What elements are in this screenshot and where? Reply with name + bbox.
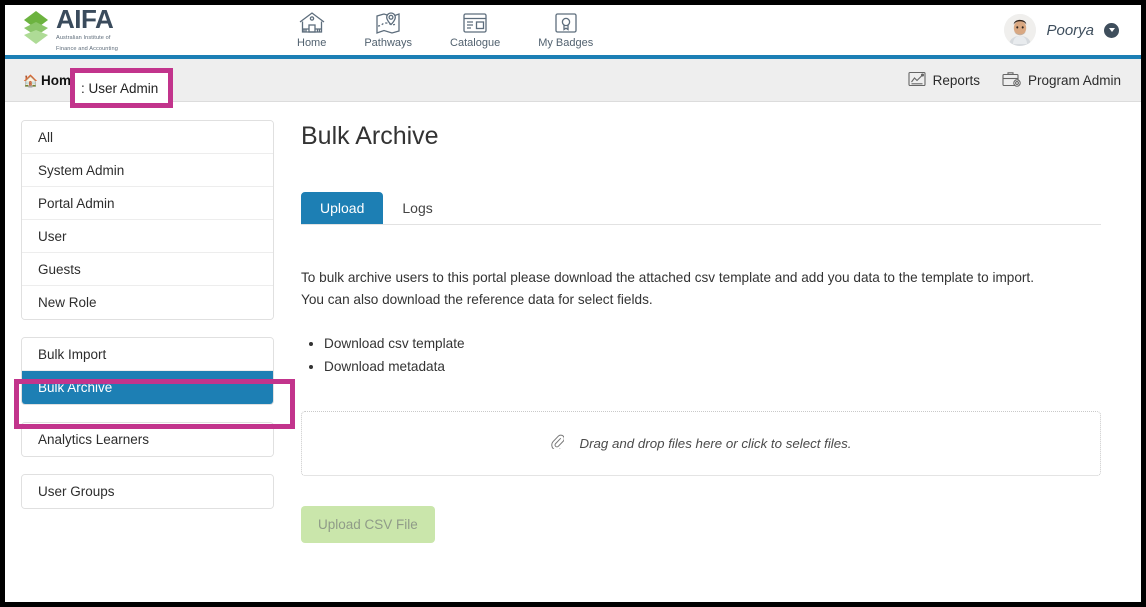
download-csv-template-link[interactable]: Download csv template bbox=[324, 333, 1101, 354]
briefcase-gear-icon bbox=[1002, 71, 1021, 90]
nav-item-catalogue-label: Catalogue bbox=[450, 37, 501, 49]
sidebar-item-label: Portal Admin bbox=[38, 195, 115, 211]
reports-link[interactable]: Reports bbox=[908, 71, 980, 90]
file-dropzone[interactable]: Drag and drop files here or click to sel… bbox=[301, 411, 1101, 477]
main-navigation: Home Pathways Catalogue My Badges bbox=[297, 5, 593, 55]
brand-text: AIFA Australian Institute of Finance and… bbox=[56, 6, 118, 53]
sidebar-item-label: User Groups bbox=[38, 484, 115, 499]
brand-tagline-line1: Australian Institute of bbox=[56, 35, 111, 42]
brand-tagline-line2: Finance and Accounting bbox=[56, 46, 118, 52]
intro-line-2: You can also download the reference data… bbox=[301, 292, 653, 308]
page-title: Bulk Archive bbox=[301, 122, 439, 150]
breadcrumb-home-label: Home bbox=[40, 72, 79, 88]
sidebar-item-portal-admin[interactable]: Portal Admin bbox=[22, 187, 273, 220]
sidebar-analytics-card: Analytics Learners bbox=[21, 422, 274, 457]
nav-item-home[interactable]: Home bbox=[297, 11, 326, 49]
top-header: AIFA Australian Institute of Finance and… bbox=[5, 5, 1141, 55]
sidebar-item-analytics-learners[interactable]: Analytics Learners bbox=[22, 423, 273, 456]
tab-upload[interactable]: Upload bbox=[301, 192, 384, 224]
certificate-icon bbox=[552, 11, 580, 35]
sidebar-item-user-groups[interactable]: User Groups bbox=[22, 475, 273, 508]
tab-logs-label: Logs bbox=[402, 200, 433, 216]
breadcrumb-actions: Reports Program Admin bbox=[908, 59, 1121, 102]
sidebar-item-bulk-archive[interactable]: Bulk Archive bbox=[22, 371, 273, 404]
sidebar-item-label: System Admin bbox=[38, 162, 125, 178]
paperclip-icon bbox=[550, 434, 565, 454]
upload-csv-button[interactable]: Upload CSV File bbox=[301, 506, 435, 544]
download-metadata-link[interactable]: Download metadata bbox=[324, 356, 1101, 377]
sidebar-item-label: Guests bbox=[38, 261, 81, 277]
intro-line-1: To bulk archive users to this portal ple… bbox=[301, 270, 1034, 285]
sidebar-item-label: Bulk Archive bbox=[38, 380, 113, 395]
breadcrumb-bar: 🏠Home : User Admin Reports bbox=[5, 59, 1141, 102]
breadcrumb-highlight-text: : User Admin bbox=[81, 81, 159, 96]
home-icon: 🏠 bbox=[23, 73, 38, 88]
program-admin-link[interactable]: Program Admin bbox=[1002, 71, 1121, 90]
sidebar-item-user[interactable]: User bbox=[22, 220, 273, 253]
nav-item-catalogue[interactable]: Catalogue bbox=[450, 11, 500, 49]
nav-item-my-badges[interactable]: My Badges bbox=[538, 11, 593, 49]
program-admin-label: Program Admin bbox=[1027, 73, 1121, 88]
nav-item-my-badges-label: My Badges bbox=[538, 37, 594, 49]
chart-report-icon bbox=[908, 71, 926, 90]
sidebar-item-label: New Role bbox=[38, 295, 97, 310]
reports-label: Reports bbox=[932, 73, 980, 88]
sidebar-item-label: User bbox=[38, 228, 67, 244]
nav-item-pathways[interactable]: Pathways bbox=[364, 11, 412, 49]
sidebar-bulk-card: Bulk Import Bulk Archive bbox=[21, 337, 274, 405]
brand-title: AIFA bbox=[56, 4, 114, 35]
user-menu[interactable]: Poorya bbox=[1004, 5, 1119, 55]
avatar bbox=[1004, 14, 1037, 46]
page-body: All System Admin Portal Admin User Guest… bbox=[5, 102, 1141, 602]
green-chevron-stack-icon bbox=[23, 10, 49, 50]
nav-item-pathways-label: Pathways bbox=[364, 37, 413, 49]
chevron-down-icon[interactable] bbox=[1104, 22, 1119, 38]
sidebar-item-all[interactable]: All bbox=[22, 121, 273, 154]
sidebar-item-label: All bbox=[38, 129, 54, 145]
download-links-list: Download csv template Download metadata bbox=[301, 333, 1101, 377]
house-icon bbox=[298, 11, 326, 35]
tab-upload-label: Upload bbox=[320, 200, 365, 216]
sidebar-roles-card: All System Admin Portal Admin User Guest… bbox=[21, 120, 274, 320]
intro-text: To bulk archive users to this portal ple… bbox=[301, 267, 1101, 311]
browser-window-icon bbox=[461, 11, 489, 35]
sidebar: All System Admin Portal Admin User Guest… bbox=[5, 102, 283, 602]
tab-logs[interactable]: Logs bbox=[383, 192, 451, 224]
sidebar-groups-card: User Groups bbox=[21, 474, 274, 509]
main-content: Bulk Archive Upload Logs To bulk archive… bbox=[283, 102, 1141, 602]
user-name: Poorya bbox=[1046, 21, 1094, 39]
breadcrumb-home-link[interactable]: 🏠 Home bbox=[23, 73, 78, 88]
sidebar-item-label: Bulk Import bbox=[38, 346, 107, 362]
sidebar-item-bulk-import[interactable]: Bulk Import bbox=[22, 338, 273, 371]
tab-bar: Upload Logs bbox=[301, 189, 1101, 225]
sidebar-item-system-admin[interactable]: System Admin bbox=[22, 154, 273, 187]
app-window: AIFA Australian Institute of Finance and… bbox=[0, 0, 1146, 607]
dropzone-text: Drag and drop files here or click to sel… bbox=[579, 436, 852, 452]
list-item-label: Download metadata bbox=[324, 359, 445, 375]
sidebar-item-new-role[interactable]: New Role bbox=[22, 286, 273, 319]
sidebar-item-guests[interactable]: Guests bbox=[22, 253, 273, 286]
list-item-label: Download csv template bbox=[324, 336, 465, 352]
map-pin-icon bbox=[374, 11, 402, 35]
nav-item-home-label: Home bbox=[297, 37, 327, 49]
sidebar-item-label: Analytics Learners bbox=[38, 432, 150, 447]
brand-logo[interactable]: AIFA Australian Institute of Finance and… bbox=[23, 6, 118, 53]
